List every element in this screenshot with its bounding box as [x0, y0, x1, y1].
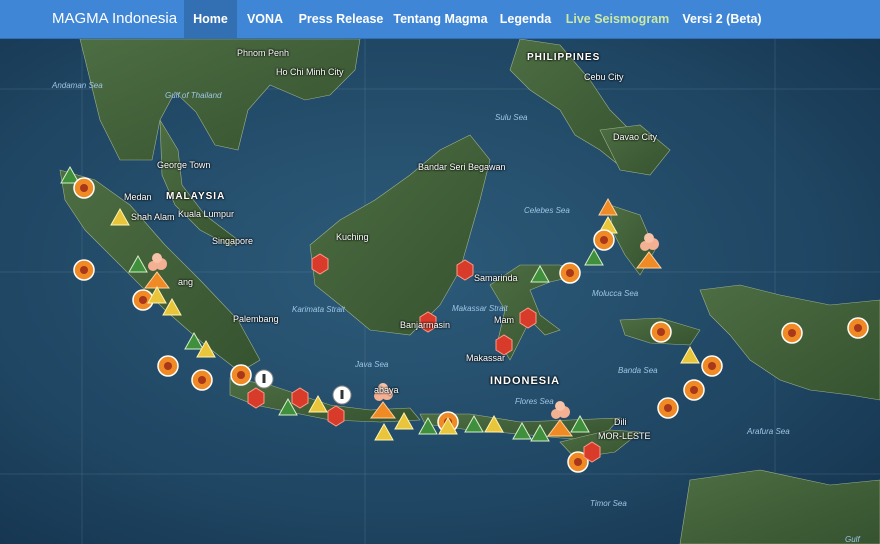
ground-movement-icon — [291, 387, 309, 409]
ground-movement-icon — [583, 441, 601, 463]
map-label-shah-alam: Shah Alam — [131, 212, 175, 222]
map-label-malaysia: MALAYSIA — [166, 191, 226, 202]
nav-live-seismogram[interactable]: Live Seismogram — [559, 0, 676, 38]
map-label-celebes-sea: Celebes Sea — [524, 206, 570, 215]
nav-press-release[interactable]: Press Release — [293, 0, 389, 38]
map-label-padang: ang — [178, 277, 194, 287]
map-label-cebu: Cebu City — [584, 72, 624, 82]
map-label-timor-sea: Timor Sea — [590, 499, 627, 508]
map-label-karimata: Karimata Strait — [292, 305, 345, 314]
map-label-dili: Dili — [614, 417, 627, 427]
map-label-makassar: Makassar — [466, 353, 506, 363]
map-label-andaman-sea: Andaman Sea — [52, 81, 103, 90]
earthquake-icon — [230, 364, 252, 386]
ground-movement-icon — [456, 259, 474, 281]
map-label-mamuju: Mam — [494, 315, 514, 325]
earthquake-icon — [701, 355, 723, 377]
map-label-samarinda: Samarinda — [474, 273, 518, 283]
map-label-phnom-penh: Phnom Penh — [237, 48, 290, 58]
map-label-arafura-sea: Arafura Sea — [747, 427, 790, 436]
map-label-singapore: Singapore — [212, 236, 254, 246]
earthquake-icon — [657, 397, 679, 419]
earthquake-icon — [847, 317, 869, 339]
map-label-java-sea: Java Sea — [355, 360, 389, 369]
top-navbar: MAGMA Indonesia Home VONA Press Release … — [0, 0, 880, 39]
map-label-medan: Medan — [124, 192, 152, 202]
map-label-gulf-of-thailand: Gulf of Thailand — [165, 91, 222, 100]
map-label-banda-sea: Banda Sea — [618, 366, 658, 375]
map-label-molucca-sea: Molucca Sea — [592, 289, 639, 298]
map-label-kuala-lumpur: Kuala Lumpur — [178, 209, 235, 219]
earthquake-icon — [593, 229, 615, 251]
earthquake-icon — [191, 369, 213, 391]
ground-movement-icon — [311, 253, 329, 275]
map-label-ho-chi-minh: Ho Chi Minh City — [276, 67, 344, 77]
earthquake-icon — [559, 262, 581, 284]
map-label-timor-leste: MOR-LESTE — [598, 431, 651, 441]
map-label-palembang: Palembang — [233, 314, 279, 324]
earthquake-icon — [683, 379, 705, 401]
earthquake-icon — [73, 259, 95, 281]
map-label-bandar: Bandar Seri Begawan — [418, 162, 506, 172]
map-label-sulu-sea: Sulu Sea — [495, 113, 528, 122]
map-label-makassar-strait: Makassar Strait — [452, 304, 508, 313]
nav-legenda[interactable]: Legenda — [492, 0, 559, 38]
earthquake-icon — [157, 355, 179, 377]
map-label-davao: Davao City — [613, 132, 658, 142]
map-label-banjarmasin: Banjarmasin — [400, 320, 451, 330]
map-canvas[interactable] — [0, 39, 880, 544]
map-label-flores-sea: Flores Sea — [515, 397, 554, 406]
map-label-gulf-right: Gulf — [845, 535, 860, 544]
nav-vona[interactable]: VONA — [237, 0, 293, 38]
ground-movement-icon — [327, 405, 345, 427]
ground-movement-icon — [247, 387, 265, 409]
nav-tentang-magma[interactable]: Tentang Magma — [389, 0, 492, 38]
nav-versi-2-beta[interactable]: Versi 2 (Beta) — [676, 0, 768, 38]
brand-link[interactable]: MAGMA Indonesia — [52, 10, 177, 27]
map-label-kuching: Kuching — [336, 232, 369, 242]
earthquake-icon — [73, 177, 95, 199]
nav-home[interactable]: Home — [184, 0, 237, 38]
volcano-map[interactable]: Phnom Penh Ho Chi Minh City Andaman Sea … — [0, 39, 880, 544]
info-pin-icon — [254, 369, 274, 389]
ground-movement-icon — [519, 307, 537, 329]
info-pin-icon — [332, 385, 352, 405]
earthquake-icon — [650, 321, 672, 343]
map-label-surabaya: abaya — [374, 385, 399, 395]
map-label-philippines: PHILIPPINES — [527, 52, 601, 63]
earthquake-icon — [781, 322, 803, 344]
map-label-george-town: George Town — [157, 160, 211, 170]
ground-movement-icon — [495, 334, 513, 356]
map-label-indonesia: INDONESIA — [490, 375, 561, 387]
